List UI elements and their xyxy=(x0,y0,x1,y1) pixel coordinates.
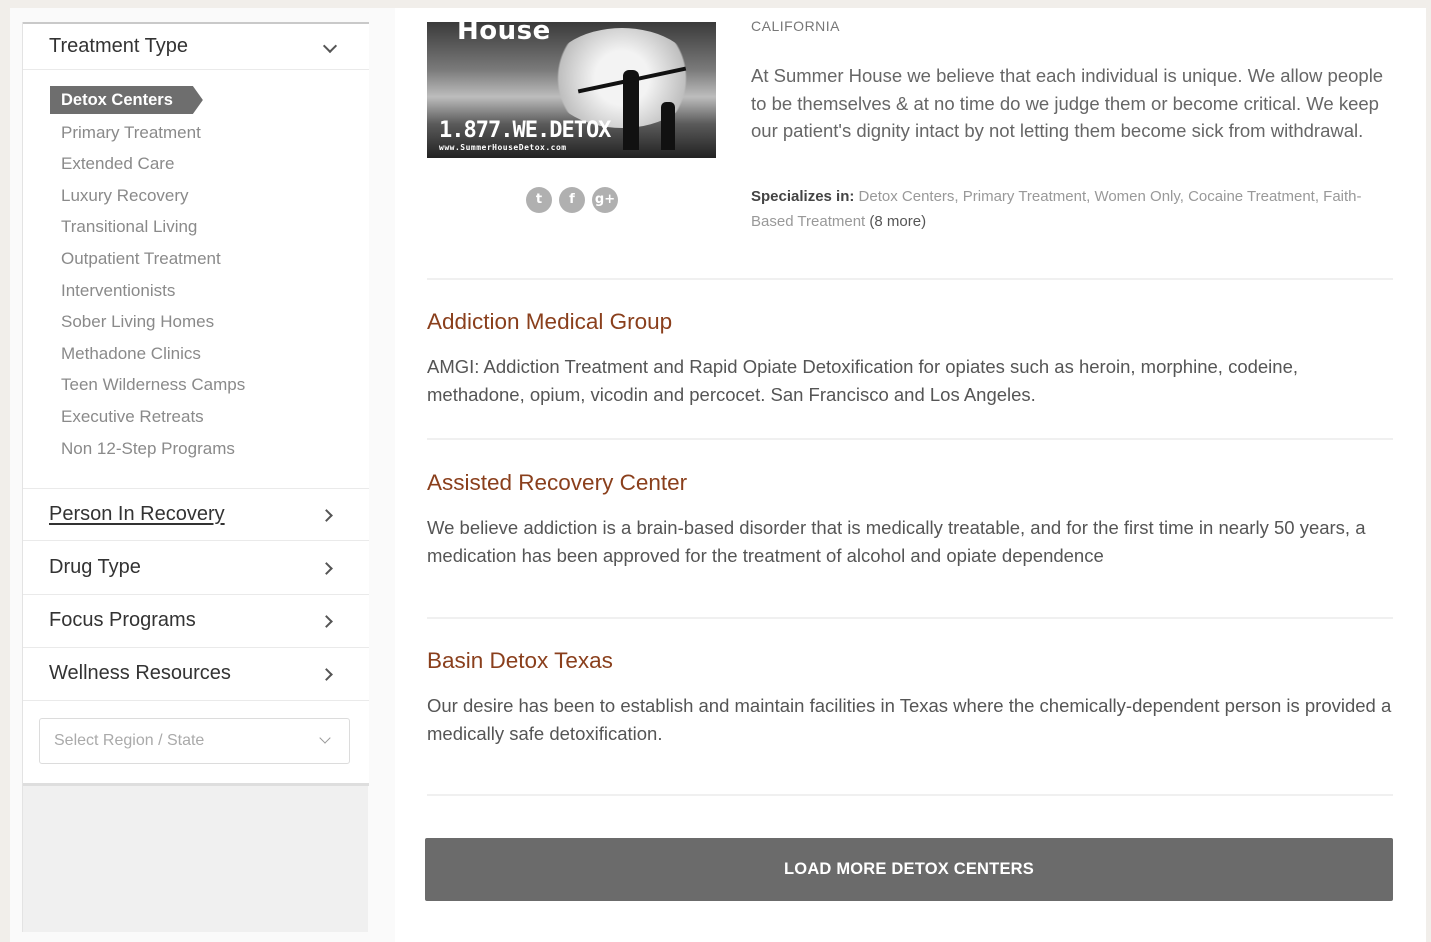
chevron-right-icon xyxy=(320,668,333,681)
banner-phone-number: 1.877.WE.DETOX xyxy=(439,118,611,143)
sidebar-item-teen-wilderness-camps[interactable]: Teen Wilderness Camps xyxy=(61,371,245,399)
listing-description: AMGI: Addiction Treatment and Rapid Opia… xyxy=(427,356,1299,405)
divider xyxy=(427,617,1393,619)
sidebar-item-detox-centers[interactable]: Detox Centers xyxy=(50,86,203,114)
sidebar-item-extended-care[interactable]: Extended Care xyxy=(61,150,174,178)
section-person-in-recovery[interactable]: Person In Recovery xyxy=(23,488,369,541)
sidebar-item-luxury-recovery[interactable]: Luxury Recovery xyxy=(61,182,189,210)
region-select-placeholder: Select Region / State xyxy=(54,732,205,749)
chevron-right-icon xyxy=(320,562,333,575)
treatment-type-label: Treatment Type xyxy=(49,35,188,57)
listing-item: Addiction Medical Group AMGI: Addiction … xyxy=(427,309,1393,408)
sidebar-item-interventionists[interactable]: Interventionists xyxy=(61,277,175,305)
section-label: Focus Programs xyxy=(49,609,196,631)
chevron-right-icon xyxy=(320,509,333,522)
section-drug-type[interactable]: Drug Type xyxy=(23,542,369,595)
listing-description: We believe addiction is a brain-based di… xyxy=(427,517,1366,566)
sidebar-item-methadone-clinics[interactable]: Methadone Clinics xyxy=(61,340,201,368)
chevron-right-icon xyxy=(320,615,333,628)
sidebar-item-sober-living-homes[interactable]: Sober Living Homes xyxy=(61,308,214,336)
section-wellness-resources[interactable]: Wellness Resources xyxy=(23,648,369,701)
filter-panel: Treatment Type Detox Centers Primary Tre… xyxy=(23,22,369,786)
summer-house-banner-image[interactable]: House 1.877.WE.DETOX www.SummerHouseDeto… xyxy=(427,22,716,158)
sidebar-item-outpatient-treatment[interactable]: Outpatient Treatment xyxy=(61,245,221,273)
listing-description: Our desire has been to establish and mai… xyxy=(427,695,1392,744)
section-label: Person In Recovery xyxy=(49,503,225,525)
filter-sidebar: Treatment Type Detox Centers Primary Tre… xyxy=(22,22,369,932)
sidebar-item-transitional-living[interactable]: Transitional Living xyxy=(61,213,197,241)
banner-url: www.SummerHouseDetox.com xyxy=(439,143,567,152)
chevron-down-icon xyxy=(322,38,338,54)
treatment-type-header[interactable]: Treatment Type xyxy=(23,24,369,70)
specializes-more-link[interactable]: (8 more) xyxy=(869,213,926,230)
divider xyxy=(427,438,1393,440)
google-plus-icon[interactable]: g+ xyxy=(592,187,618,213)
banner-brand-text: House xyxy=(457,22,551,46)
listing-title-link[interactable]: Assisted Recovery Center xyxy=(427,470,1393,496)
section-label: Drug Type xyxy=(49,556,141,578)
divider xyxy=(427,794,1393,796)
chevron-down-icon xyxy=(319,732,331,744)
listings-main: House 1.877.WE.DETOX www.SummerHouseDeto… xyxy=(395,8,1426,942)
listing-title-link[interactable]: Basin Detox Texas xyxy=(427,648,1393,674)
load-more-button[interactable]: LOAD MORE DETOX CENTERS xyxy=(425,838,1393,901)
listing-state: CALIFORNIA xyxy=(751,18,841,34)
section-label: Wellness Resources xyxy=(49,662,231,684)
listing-item: Assisted Recovery Center We believe addi… xyxy=(427,470,1393,569)
listing-item: Basin Detox Texas Our desire has been to… xyxy=(427,648,1393,747)
featured-description: At Summer House we believe that each ind… xyxy=(751,65,1384,141)
child-silhouette xyxy=(661,102,675,150)
section-focus-programs[interactable]: Focus Programs xyxy=(23,595,369,648)
divider xyxy=(427,278,1393,280)
specializes-in: Specializes in: Detox Centers, Primary T… xyxy=(751,184,1401,234)
facebook-icon[interactable]: f xyxy=(559,187,585,213)
sidebar-item-primary-treatment[interactable]: Primary Treatment xyxy=(61,119,201,147)
featured-listing-text: CALIFORNIA At Summer House we believe th… xyxy=(751,18,1391,230)
region-state-select[interactable]: Select Region / State xyxy=(39,718,350,764)
listing-title-link[interactable]: Addiction Medical Group xyxy=(427,309,1393,335)
twitter-icon[interactable]: t xyxy=(526,187,552,213)
sidebar-item-executive-retreats[interactable]: Executive Retreats xyxy=(61,403,204,431)
specializes-label: Specializes in: xyxy=(751,188,855,205)
sidebar-item-non-12-step-programs[interactable]: Non 12-Step Programs xyxy=(61,435,235,463)
